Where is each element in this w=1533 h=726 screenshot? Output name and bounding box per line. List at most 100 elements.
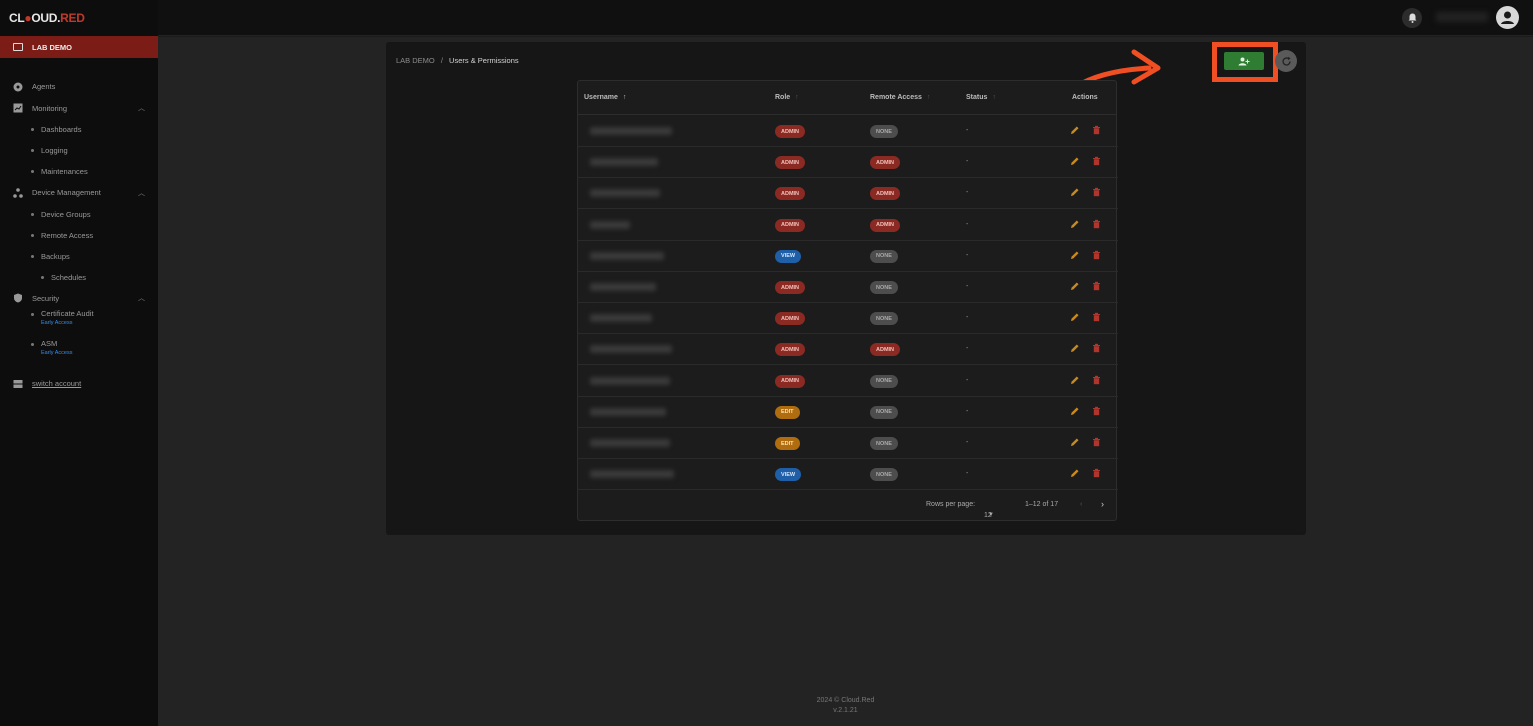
- chevron-right-icon[interactable]: ›: [1101, 499, 1104, 509]
- switch-account-link[interactable]: switch account: [32, 379, 81, 388]
- sidebar-item-security[interactable]: Security ︿: [0, 288, 158, 310]
- monitoring-icon: [13, 103, 23, 113]
- col-actions-label: Actions: [1072, 94, 1098, 101]
- chevron-up-icon[interactable]: ︿: [138, 293, 145, 303]
- trash-icon[interactable]: [1092, 250, 1101, 262]
- remote-access-badge: NONE: [870, 374, 898, 388]
- trash-icon[interactable]: [1092, 437, 1101, 449]
- status-value: -: [966, 251, 969, 259]
- pencil-icon[interactable]: [1070, 125, 1080, 137]
- pencil-icon[interactable]: [1070, 156, 1080, 168]
- sidebar-item-monitoring[interactable]: Monitoring ︿: [0, 98, 158, 120]
- trash-icon[interactable]: [1092, 468, 1101, 480]
- col-role[interactable]: Role ↑: [775, 94, 799, 101]
- sort-arrow-icon: ↑: [622, 94, 627, 101]
- chevron-left-icon[interactable]: ‹: [1080, 501, 1082, 508]
- sidebar-item-label: ASM: [41, 339, 58, 348]
- sidebar-item-device-groups[interactable]: Device Groups: [0, 204, 158, 225]
- pencil-icon[interactable]: [1070, 250, 1080, 262]
- pencil-icon[interactable]: [1070, 187, 1080, 199]
- status-value: -: [966, 407, 969, 415]
- account-icon[interactable]: [1496, 6, 1519, 29]
- status-value: -: [966, 314, 969, 322]
- role-badge: ADMIN: [775, 125, 806, 138]
- table-row: ADMIN ADMIN -: [578, 210, 1118, 241]
- trash-icon[interactable]: [1092, 219, 1101, 231]
- col-remote-access[interactable]: Remote Access ↑: [870, 94, 930, 101]
- table-row: ADMIN NONE -: [578, 303, 1118, 335]
- remote-access-badge: ADMIN: [870, 343, 901, 357]
- sidebar-item-certificate-audit[interactable]: Certificate Audit Early Access: [0, 309, 158, 339]
- add-user-button[interactable]: [1224, 52, 1264, 70]
- sidebar-item-logging[interactable]: Logging: [0, 140, 158, 161]
- sidebar-nav: Agents Monitoring ︿ Dashboards Logging M…: [0, 58, 158, 395]
- pencil-icon[interactable]: [1070, 437, 1080, 449]
- logo-dot: ●: [24, 11, 32, 25]
- bullet: [41, 275, 44, 279]
- table-row: EDIT NONE -: [578, 428, 1118, 459]
- trash-icon[interactable]: [1092, 406, 1101, 418]
- username-blurred: [590, 345, 672, 354]
- col-status[interactable]: Status ↑: [966, 94, 996, 101]
- trash-icon[interactable]: [1092, 125, 1101, 137]
- table-pagination: Rows per page: 12 ▼ 1–12 of 17 ‹ ›: [578, 490, 1118, 520]
- sidebar-item-remote-access[interactable]: Remote Access: [0, 225, 158, 246]
- breadcrumb-root[interactable]: LAB DEMO: [396, 56, 435, 65]
- sidebar-item-label: Remote Access: [41, 230, 94, 240]
- table-row: ADMIN NONE -: [578, 272, 1118, 303]
- chevron-up-icon[interactable]: ︿: [138, 188, 145, 198]
- refresh-button[interactable]: [1275, 50, 1297, 72]
- breadcrumb-separator: /: [440, 56, 443, 65]
- sidebar-item-label-wrap: Certificate Audit Early Access: [41, 309, 94, 326]
- pencil-icon[interactable]: [1070, 406, 1080, 418]
- remote-access-badge: NONE: [870, 249, 898, 263]
- pencil-icon[interactable]: [1070, 343, 1080, 355]
- sidebar-item-schedules[interactable]: Schedules: [0, 267, 158, 288]
- bullet: [31, 254, 34, 258]
- sidebar-item-maintenances[interactable]: Maintenances: [0, 161, 158, 182]
- bullet: [31, 212, 34, 216]
- pagination-range: 1–12 of 17: [1025, 501, 1059, 508]
- sidebar-item-backups[interactable]: Backups: [0, 246, 158, 267]
- pencil-icon[interactable]: [1070, 468, 1080, 480]
- username-blurred: [590, 251, 664, 260]
- col-status-label: Status: [966, 94, 988, 101]
- trash-icon[interactable]: [1092, 343, 1101, 355]
- user-name-blurred[interactable]: [1436, 12, 1488, 22]
- sidebar-item-agents[interactable]: Agents: [0, 76, 158, 98]
- sidebar-item-label: Logging: [41, 146, 68, 155]
- breadcrumb: LAB DEMO / Users & Permissions: [396, 56, 519, 65]
- bullet: [31, 149, 34, 152]
- col-remote-access-label: Remote Access: [870, 94, 922, 101]
- sort-arrow-icon: ↑: [992, 94, 996, 101]
- remote-access-badge: ADMIN: [870, 156, 901, 170]
- pencil-icon[interactable]: [1070, 375, 1080, 387]
- sidebar-item-label-wrap: ASM Early Access: [41, 339, 72, 356]
- pencil-icon[interactable]: [1070, 281, 1080, 293]
- trash-icon[interactable]: [1092, 312, 1101, 324]
- trash-icon[interactable]: [1092, 281, 1101, 293]
- username-blurred: [590, 314, 652, 323]
- trash-icon[interactable]: [1092, 375, 1101, 387]
- bell-icon[interactable]: [1402, 8, 1422, 28]
- username-blurred: [590, 220, 630, 229]
- sidebar-item-device-management[interactable]: Device Management ︿: [0, 182, 158, 204]
- breadcrumb-current: Users & Permissions: [449, 56, 519, 65]
- logo-part-b: OUD.: [31, 11, 61, 25]
- pencil-icon[interactable]: [1070, 312, 1080, 324]
- status-value: -: [966, 158, 969, 166]
- trash-icon[interactable]: [1092, 187, 1101, 199]
- add-user-icon: [1238, 57, 1250, 65]
- username-blurred: [590, 189, 660, 198]
- org-selector[interactable]: LAB DEMO: [0, 36, 158, 58]
- remote-access-badge: NONE: [870, 468, 898, 482]
- sidebar-item-asm[interactable]: ASM Early Access: [0, 339, 158, 369]
- logo[interactable]: CL ● OUD. RED: [0, 0, 158, 36]
- chevron-up-icon[interactable]: ︿: [138, 103, 145, 113]
- col-username[interactable]: Username ↑: [584, 94, 626, 101]
- refresh-icon: [1281, 56, 1291, 66]
- sidebar-item-dashboards[interactable]: Dashboards: [0, 119, 158, 140]
- sidebar-item-switch-account[interactable]: switch account: [0, 373, 158, 395]
- trash-icon[interactable]: [1092, 156, 1101, 168]
- pencil-icon[interactable]: [1070, 219, 1080, 231]
